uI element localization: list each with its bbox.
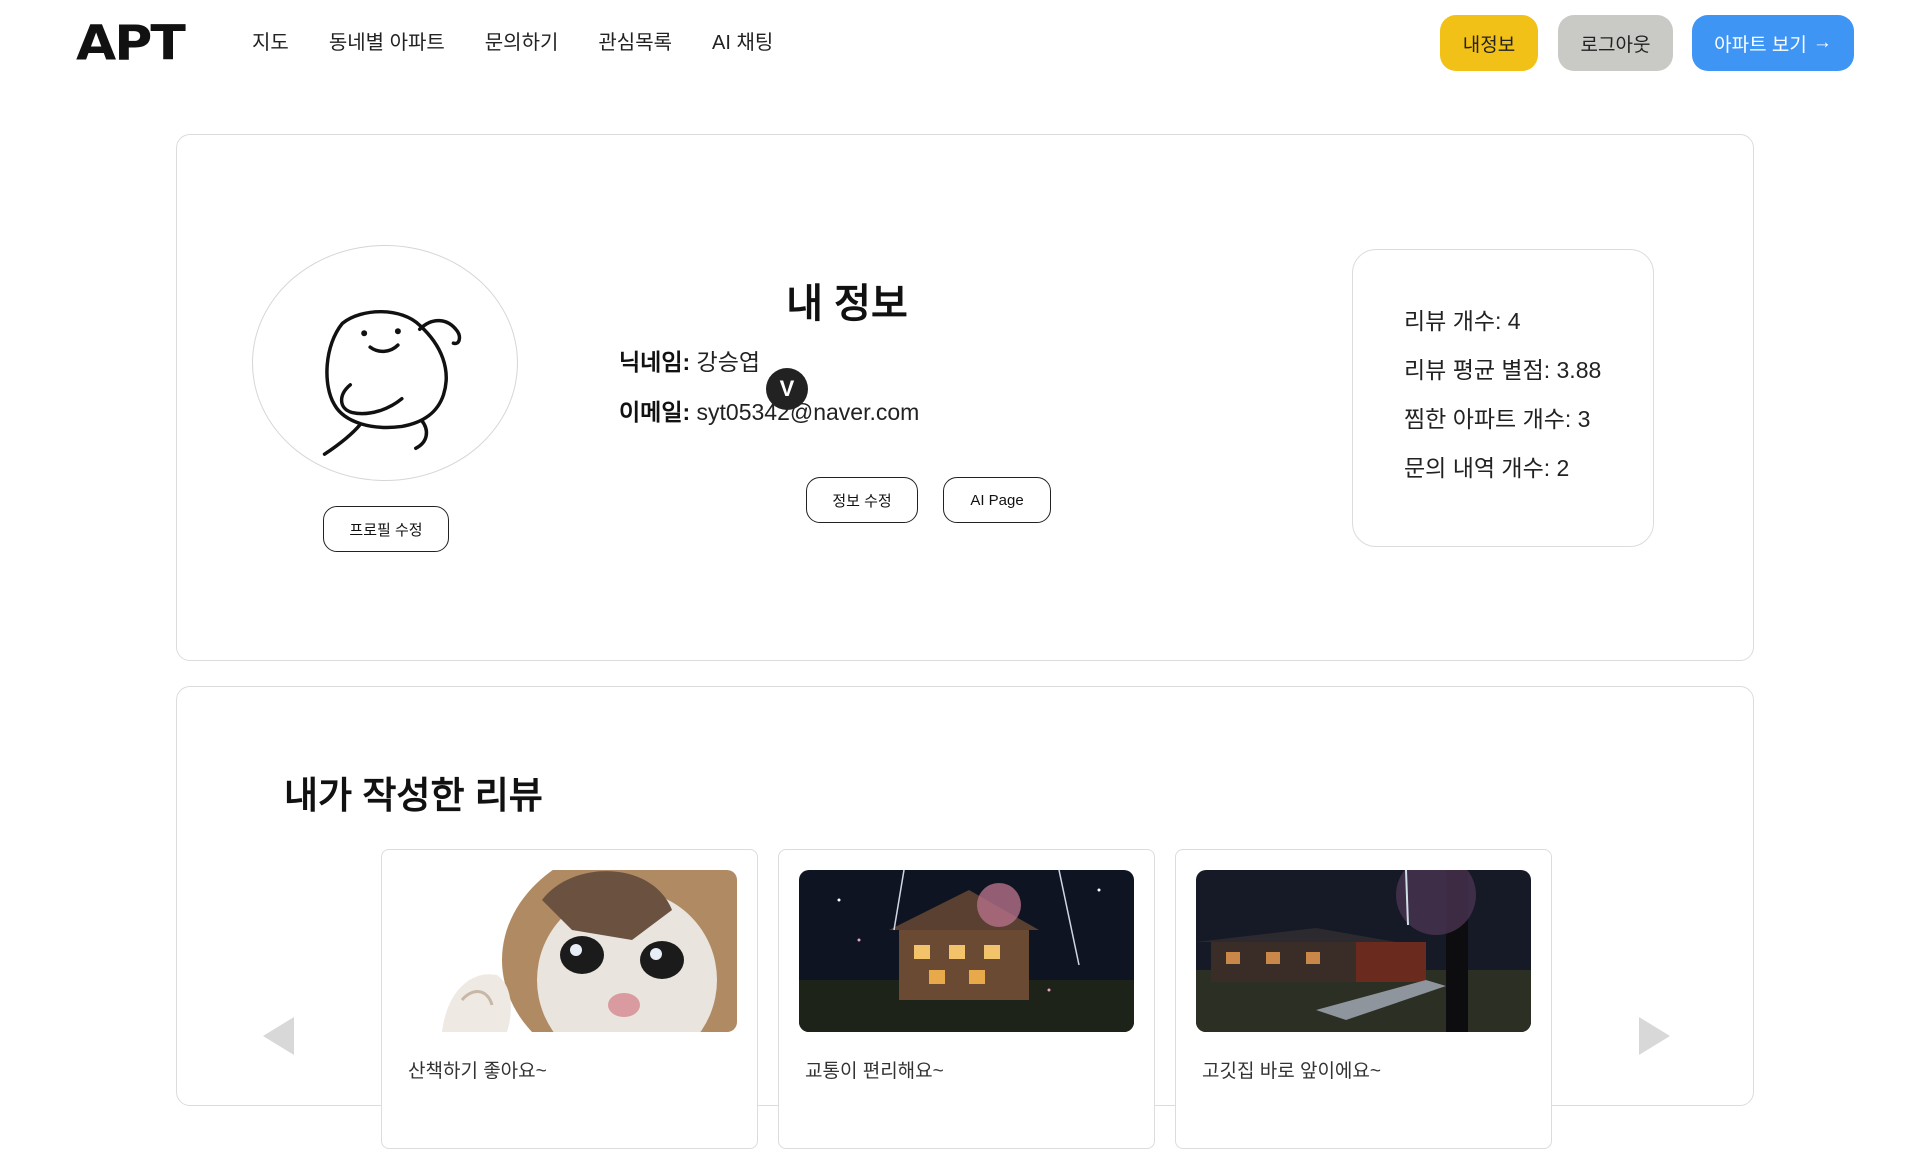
page-title: 내 정보 [786,282,908,326]
profile-card: 프로필 수정 내 정보 닉네임: 강승엽 이메일: syt05342@naver… [176,134,1754,661]
edit-info-button[interactable]: 정보 수정 [806,477,918,523]
ai-page-button[interactable]: AI Page [943,477,1051,523]
edit-profile-button[interactable]: 프로필 수정 [323,506,449,552]
nav-links: 지도 동네별 아파트 문의하기 관심목록 AI 채팅 [252,28,773,58]
nav-link-ai-chat[interactable]: AI 채팅 [712,28,773,58]
nickname-label: 닉네임: [619,349,691,375]
review-card[interactable]: 고깃집 바로 앞이에요~ [1175,849,1552,1149]
review-image [1196,870,1531,1032]
nav-link-inquiry[interactable]: 문의하기 [485,28,559,58]
my-info-button[interactable]: 내정보 [1440,15,1538,71]
arrow-right-icon: → [1812,32,1832,53]
carousel-next-icon[interactable] [1639,1017,1670,1055]
stat-review-count: 리뷰 개수: 4 [1404,308,1521,334]
night-house-image [799,870,1134,1032]
avatar [252,245,518,481]
night-hanok-image [1196,870,1531,1032]
carousel-prev-icon[interactable] [263,1017,294,1055]
stats-box: 리뷰 개수: 4 리뷰 평균 별점: 3.88 찜한 아파트 개수: 3 문의 … [1352,249,1654,547]
view-apartments-button[interactable]: 아파트 보기 → [1692,15,1854,71]
email-label: 이메일: [619,399,691,425]
nickname-value: 강승엽 [696,349,761,375]
crying-cat-image [402,870,737,1032]
reviews-card: 내가 작성한 리뷰 산책하기 좋아요~ 교통이 편리해요~ 고깃집 바로 앞이에… [176,686,1754,1149]
email-value: syt05342@naver.com [696,399,920,425]
stat-inquiries: 문의 내역 개수: 2 [1404,455,1570,481]
nav-link-neighborhood[interactable]: 동네별 아파트 [329,28,445,58]
review-image [799,870,1134,1032]
logout-button[interactable]: 로그아웃 [1558,15,1673,71]
blob-character-icon [322,309,462,456]
review-card[interactable]: 교통이 편리해요~ [778,849,1155,1149]
stat-avg-rating: 리뷰 평균 별점: 3.88 [1404,357,1602,383]
review-card[interactable]: 산책하기 좋아요~ [381,849,758,1149]
stat-liked-apartments: 찜한 아파트 개수: 3 [1404,406,1591,432]
nav-link-favorites[interactable]: 관심목록 [598,28,672,58]
v-badge[interactable]: V [766,368,808,410]
nickname-row: 닉네임: 강승엽 [619,343,760,377]
top-nav: APT 지도 동네별 아파트 문의하기 관심목록 AI 채팅 내정보 로그아웃 … [0,0,1919,88]
logo[interactable]: APT [76,20,186,68]
review-image [402,870,737,1032]
nav-link-map[interactable]: 지도 [252,28,289,58]
reviews-title: 내가 작성한 리뷰 [284,775,543,816]
view-apartments-label: 아파트 보기 [1714,34,1807,56]
